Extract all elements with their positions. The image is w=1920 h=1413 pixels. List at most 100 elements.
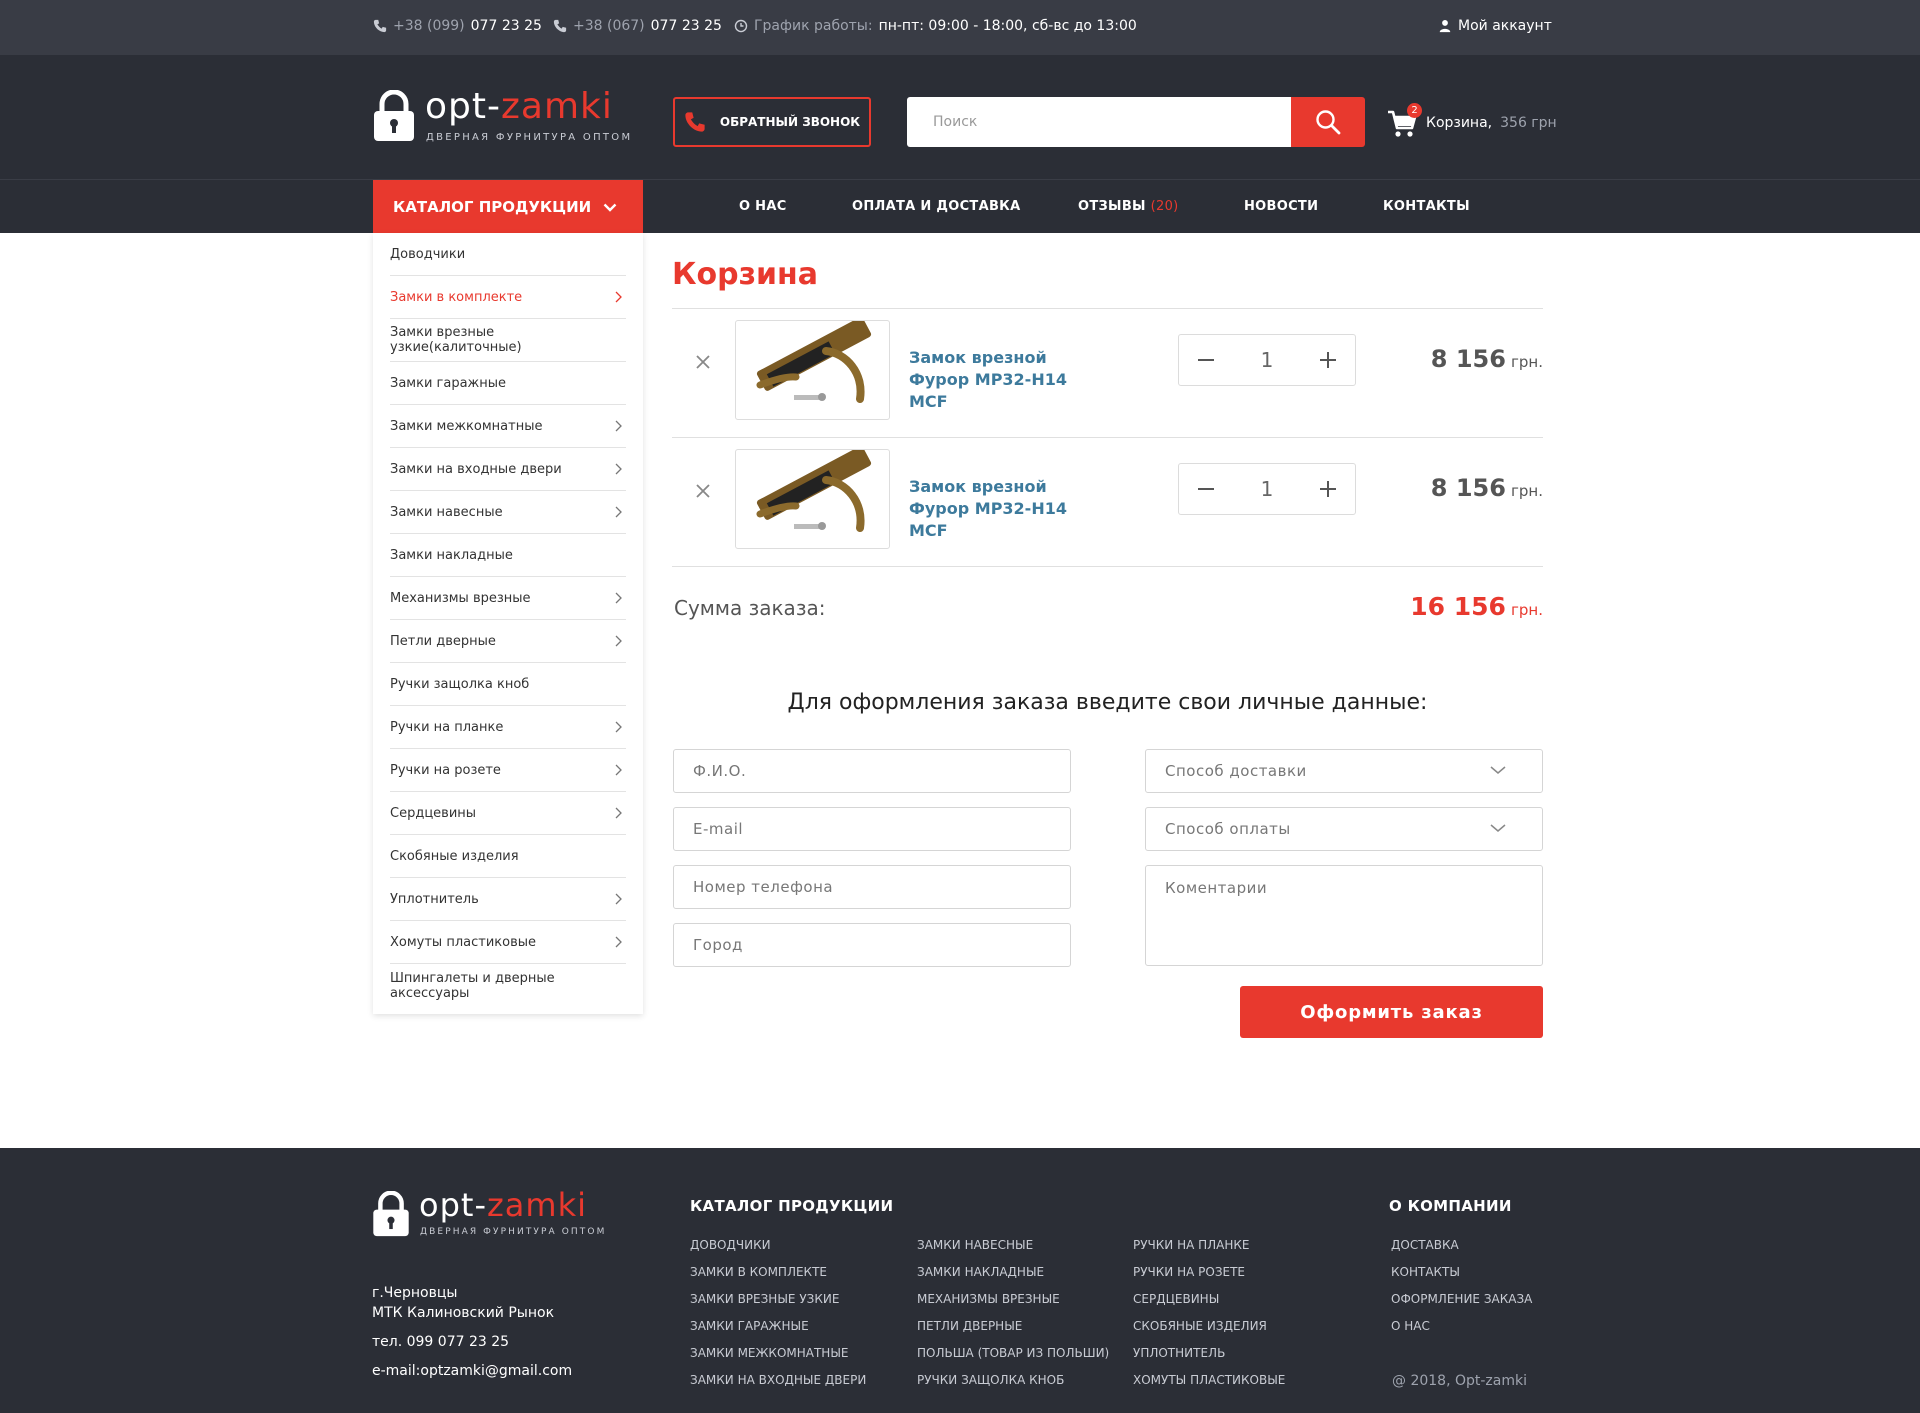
- footer-catalog-link[interactable]: Замки гаражные: [690, 1319, 866, 1346]
- working-hours: График работы: пн-пт: 09:00 - 18:00, сб-…: [734, 18, 1137, 34]
- phone-icon: [373, 19, 387, 33]
- product-image[interactable]: [735, 320, 890, 420]
- footer-catalog-link[interactable]: Замки врезные узкие: [690, 1292, 866, 1319]
- footer-catalog-link[interactable]: Ручки на розете: [1133, 1265, 1285, 1292]
- account-link[interactable]: Мой аккаунт: [1438, 18, 1552, 34]
- quantity-stepper: 1: [1178, 334, 1356, 386]
- footer-catalog-link[interactable]: Механизмы врезные: [917, 1292, 1109, 1319]
- sidebar-item[interactable]: Замки на входные двери: [390, 448, 626, 491]
- footer-logo[interactable]: opt-zamki ДВЕРНАЯ ФУРНИТУРА ОПТОМ: [372, 1186, 612, 1241]
- chevron-right-icon: [615, 463, 622, 475]
- footer-catalog-link[interactable]: Замки в комплекте: [690, 1265, 866, 1292]
- plus-icon[interactable]: [1319, 351, 1337, 369]
- sidebar-item[interactable]: Замки навесные: [390, 491, 626, 534]
- delivery-method-select[interactable]: Способ доставки: [1145, 749, 1543, 793]
- footer-catalog-link[interactable]: Сердцевины: [1133, 1292, 1285, 1319]
- remove-item-icon[interactable]: [693, 481, 713, 501]
- hours-value: пн-пт: 09:00 - 18:00, сб-вс до 13:00: [878, 18, 1137, 34]
- sidebar-item[interactable]: Замки межкомнатные: [390, 405, 626, 448]
- product-image[interactable]: [735, 449, 890, 549]
- payment-method-select[interactable]: Способ оплаты: [1145, 807, 1543, 851]
- sidebar-item[interactable]: Хомуты пластиковые: [390, 921, 626, 964]
- sidebar-item[interactable]: Петли дверные: [390, 620, 626, 663]
- plus-icon[interactable]: [1319, 480, 1337, 498]
- footer-catalog-link[interactable]: ПОЛЬША (товар из Польши): [917, 1346, 1109, 1373]
- sidebar-item[interactable]: Замки врезные узкие(калиточные): [390, 319, 626, 362]
- footer-email[interactable]: e-mail:optzamki@gmail.com: [372, 1363, 572, 1379]
- remove-item-icon[interactable]: [693, 352, 713, 372]
- minus-icon[interactable]: [1197, 351, 1215, 369]
- footer-catalog-link[interactable]: Скобяные изделия: [1133, 1319, 1285, 1346]
- footer-catalog-link[interactable]: Доводчики: [690, 1238, 866, 1265]
- phone-1-number: 077 23 25: [470, 18, 542, 34]
- callback-button[interactable]: Обратный звонок: [673, 97, 871, 147]
- sidebar-item[interactable]: Ручки на планке: [390, 706, 626, 749]
- padlock-icon: [374, 90, 414, 141]
- nav-news[interactable]: Новости: [1244, 199, 1318, 214]
- catalog-sidebar: Доводчики Замки в комплекте Замки врезные …: [373, 233, 643, 1014]
- footer-catalog-link[interactable]: Ручки защолка кноб: [917, 1373, 1109, 1400]
- footer-catalog-link[interactable]: Замки межкомнатные: [690, 1346, 866, 1373]
- sidebar-item-label: Замки в комплекте: [390, 289, 523, 305]
- footer-company-link[interactable]: Доставка: [1391, 1238, 1532, 1265]
- copyright: @ 2018, Opt-zamki: [1392, 1373, 1527, 1389]
- search-button[interactable]: [1291, 97, 1365, 147]
- catalog-button[interactable]: Каталог продукции: [373, 180, 643, 234]
- phone-1[interactable]: +38 (099) 077 23 25: [373, 18, 542, 34]
- phone-1-prefix: +38 (099): [393, 18, 465, 34]
- search-bar: [907, 97, 1365, 147]
- phone-2[interactable]: +38 (067) 077 23 25: [553, 18, 722, 34]
- product-name-link[interactable]: Замок врезной Фурор МР32-Н14 MCF: [909, 347, 1109, 413]
- phone-field[interactable]: Номер телефона: [673, 865, 1071, 909]
- submit-order-button[interactable]: Оформить заказ: [1240, 986, 1543, 1038]
- footer-catalog-link[interactable]: Петли дверные: [917, 1319, 1109, 1346]
- sidebar-item-label: Ручки на планке: [390, 719, 504, 735]
- footer-phone[interactable]: тел. 099 077 23 25: [372, 1334, 509, 1350]
- top-bar: +38 (099) 077 23 25 +38 (067) 077 23 25 …: [0, 0, 1920, 55]
- nav-contacts[interactable]: Контакты: [1383, 199, 1470, 214]
- cart-item: Замок врезной Фурор МР32-Н14 MCF 1 8 156…: [672, 309, 1543, 437]
- logo-tagline: ДВЕРНАЯ ФУРНИТУРА ОПТОМ: [420, 1227, 607, 1237]
- sidebar-item[interactable]: Уплотнитель: [390, 878, 626, 921]
- quantity-value[interactable]: 1: [1261, 348, 1274, 372]
- footer-catalog-link[interactable]: Замки на входные двери: [690, 1373, 866, 1400]
- sidebar-item-label: Сердцевины: [390, 805, 477, 821]
- city-field[interactable]: Город: [673, 923, 1071, 967]
- nav-payment-delivery[interactable]: Оплата и доставка: [852, 199, 1020, 214]
- logo[interactable]: opt-zamki ДВЕРНАЯ ФУРНИТУРА ОПТОМ: [373, 86, 633, 150]
- sidebar-item[interactable]: Доводчики: [390, 233, 626, 276]
- product-name-link[interactable]: Замок врезной Фурор МР32-Н14 MCF: [909, 476, 1109, 542]
- sidebar-item[interactable]: Шпингалеты и дверные аксессуары: [390, 964, 626, 1007]
- sidebar-item[interactable]: Замки накладные: [390, 534, 626, 577]
- header-cart[interactable]: 2 Корзина, 356 грн: [1386, 103, 1557, 141]
- sidebar-item[interactable]: Замки гаражные: [390, 362, 626, 405]
- full-name-field[interactable]: Ф.И.О.: [673, 749, 1071, 793]
- nav-about[interactable]: О нас: [739, 199, 787, 214]
- footer-catalog-link[interactable]: Хомуты пластиковые: [1133, 1373, 1285, 1400]
- quantity-value[interactable]: 1: [1261, 477, 1274, 501]
- sidebar-item[interactable]: Сердцевины: [390, 792, 626, 835]
- hours-label: График работы:: [754, 18, 873, 34]
- footer-company-links: Доставка Контакты Оформление заказа О нас: [1391, 1238, 1532, 1346]
- sidebar-item[interactable]: Механизмы врезные: [390, 577, 626, 620]
- footer-company-link[interactable]: О нас: [1391, 1319, 1532, 1346]
- sidebar-item[interactable]: Замки в комплекте: [390, 276, 626, 319]
- sidebar-item[interactable]: Ручки защолка кноб: [390, 663, 626, 706]
- header: opt-zamki ДВЕРНАЯ ФУРНИТУРА ОПТОМ Обратн…: [0, 55, 1920, 179]
- sidebar-item[interactable]: Скобяные изделия: [390, 835, 626, 878]
- footer-city: г.Черновцы: [372, 1285, 458, 1301]
- footer-company-link[interactable]: Контакты: [1391, 1265, 1532, 1292]
- minus-icon[interactable]: [1197, 480, 1215, 498]
- chevron-down-icon: [1490, 824, 1506, 832]
- search-input[interactable]: [907, 97, 1291, 147]
- nav-reviews[interactable]: Отзывы (20): [1078, 199, 1179, 214]
- footer-catalog-link[interactable]: Уплотнитель: [1133, 1346, 1285, 1373]
- footer-catalog-link[interactable]: Замки навесные: [917, 1238, 1109, 1265]
- footer-company-link[interactable]: Оформление заказа: [1391, 1292, 1532, 1319]
- email-field[interactable]: E-mail: [673, 807, 1071, 851]
- comment-textarea[interactable]: Коментарии: [1145, 865, 1543, 966]
- sidebar-item[interactable]: Ручки на розете: [390, 749, 626, 792]
- footer-catalog-link[interactable]: Ручки на планке: [1133, 1238, 1285, 1265]
- footer-catalog-link[interactable]: Замки накладные: [917, 1265, 1109, 1292]
- sidebar-item-label: Замки на входные двери: [390, 461, 562, 477]
